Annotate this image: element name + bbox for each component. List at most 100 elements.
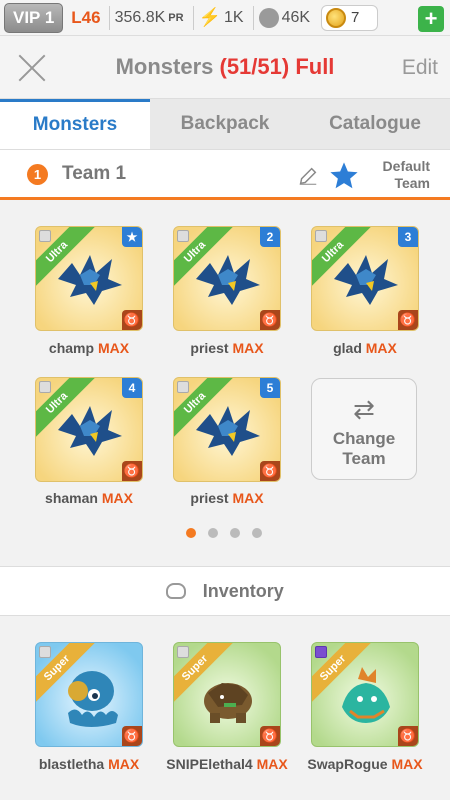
dragon-monster-icon xyxy=(334,255,398,305)
page-dot[interactable] xyxy=(208,528,218,538)
taurus-icon: ♉ xyxy=(260,310,280,330)
card-icon xyxy=(39,230,51,242)
monster-label: priest MAX xyxy=(157,490,297,506)
monster-card[interactable]: Ultra 3 ♉ xyxy=(311,226,419,331)
default-team-label[interactable]: Default Team xyxy=(360,158,430,192)
dragon-monster-icon xyxy=(58,406,122,456)
slot-badge: 4 xyxy=(122,378,142,398)
rare-tag-icon xyxy=(315,646,327,658)
team-bar: 1 Team 1 Default Team xyxy=(0,150,450,200)
slot-badge: 5 xyxy=(260,378,280,398)
monster-level: MAX xyxy=(256,756,288,772)
slot-badge: ★ xyxy=(122,227,142,247)
monster-label: glad MAX xyxy=(295,340,435,356)
tab-bar: Monsters Backpack Catalogue xyxy=(0,98,450,150)
monster-name: SwapRogue xyxy=(307,756,388,772)
power-unit: PR xyxy=(168,11,184,24)
monster-level: MAX xyxy=(391,756,423,772)
inventory-monster-label: SNIPElethal4 MAX xyxy=(157,756,297,772)
card-icon xyxy=(39,381,51,393)
gold-counter: 7 xyxy=(321,4,379,31)
tab-monsters[interactable]: Monsters xyxy=(0,99,150,149)
monster-label: priest MAX xyxy=(157,340,297,356)
energy-stat: ⚡ 1K xyxy=(192,5,249,30)
taurus-icon: ♉ xyxy=(260,461,280,481)
taurus-icon: ♉ xyxy=(398,310,418,330)
inventory-monster-card[interactable]: Super ♉ xyxy=(173,642,281,747)
monster-label: shaman MAX xyxy=(19,490,159,506)
dragon-monster-icon xyxy=(342,667,390,723)
page-header: Monsters (51/51) Full Edit xyxy=(0,36,450,98)
slot-badge: 3 xyxy=(398,227,418,247)
energy-value: 1K xyxy=(224,8,244,26)
octopus-monster-icon xyxy=(68,671,118,727)
team-name: Team 1 xyxy=(62,163,127,184)
card-icon xyxy=(177,381,189,393)
food-stat: 46K xyxy=(252,5,315,30)
monster-name: priest xyxy=(190,340,229,356)
monster-level: MAX xyxy=(232,490,264,506)
turtle-monster-icon xyxy=(204,683,252,723)
tab-catalogue[interactable]: Catalogue xyxy=(300,99,450,149)
tab-backpack[interactable]: Backpack xyxy=(150,99,300,149)
edit-button[interactable]: Edit xyxy=(402,56,438,80)
card-icon xyxy=(177,646,189,658)
page-dot[interactable] xyxy=(186,528,196,538)
taurus-icon: ♉ xyxy=(260,726,280,746)
inventory-monster-label: blastletha MAX xyxy=(19,756,159,772)
monster-level: MAX xyxy=(97,340,130,356)
swap-arrows-icon: ⇄ xyxy=(353,394,375,424)
monster-name: glad xyxy=(333,340,362,356)
vip-badge[interactable]: VIP 1 xyxy=(4,2,64,33)
add-gold-button[interactable]: + xyxy=(418,6,444,32)
monster-level: MAX xyxy=(232,340,264,356)
team-number-badge: 1 xyxy=(27,164,48,185)
page-title: Monsters (51/51) Full xyxy=(0,54,450,80)
inventory-header: Inventory xyxy=(0,566,450,616)
star-icon[interactable] xyxy=(328,160,360,192)
lightning-icon: ⚡ xyxy=(198,7,221,27)
inventory-monster-card[interactable]: Super ♉ xyxy=(311,642,419,747)
inventory-label: Inventory xyxy=(202,581,284,601)
card-icon xyxy=(39,646,51,658)
change-team-line-2: Team xyxy=(342,449,386,468)
monster-name: priest xyxy=(190,490,229,506)
card-icon xyxy=(315,230,327,242)
monster-face-icon xyxy=(166,583,187,599)
monster-level: MAX xyxy=(365,340,397,356)
monster-label: champ MAX xyxy=(19,340,159,356)
slot-badge: 2 xyxy=(260,227,280,247)
monster-count: (51/51) Full xyxy=(219,54,335,79)
gold-value: 7 xyxy=(351,9,360,26)
food-value: 46K xyxy=(281,8,311,26)
inventory-monster-card[interactable]: Super ♉ xyxy=(35,642,143,747)
taurus-icon: ♉ xyxy=(398,726,418,746)
power-value: 356.8K xyxy=(114,8,166,26)
change-team-line-1: Change xyxy=(332,429,396,448)
page-dot[interactable] xyxy=(252,528,262,538)
monster-level: MAX xyxy=(108,756,140,772)
pencil-icon[interactable] xyxy=(297,165,319,187)
taurus-icon: ♉ xyxy=(122,726,142,746)
card-icon xyxy=(177,230,189,242)
title-text: Monsters xyxy=(115,54,214,79)
monster-name: champ xyxy=(48,340,95,356)
taurus-icon: ♉ xyxy=(122,461,142,481)
dragon-monster-icon xyxy=(58,255,122,305)
page-indicator xyxy=(186,528,262,538)
page-dot[interactable] xyxy=(230,528,240,538)
food-icon xyxy=(258,7,279,28)
monster-name: blastletha xyxy=(38,756,105,772)
default-line-2: Team xyxy=(394,175,430,191)
change-team-button[interactable]: ⇄ Change Team xyxy=(311,378,417,480)
monster-card[interactable]: Ultra 5 ♉ xyxy=(173,377,281,482)
default-line-1: Default xyxy=(382,158,430,174)
gold-coin-icon xyxy=(326,7,347,28)
dragon-monster-icon xyxy=(196,406,260,456)
monster-name: SNIPElethal4 xyxy=(166,756,253,772)
taurus-icon: ♉ xyxy=(122,310,142,330)
status-bar: VIP 1 L46 356.8K PR ⚡ 1K 46K 7 + xyxy=(0,0,450,36)
monster-card[interactable]: Ultra 2 ♉ xyxy=(173,226,281,331)
monster-card[interactable]: Ultra 4 ♉ xyxy=(35,377,143,482)
monster-card[interactable]: Ultra ★ ♉ xyxy=(35,226,143,331)
